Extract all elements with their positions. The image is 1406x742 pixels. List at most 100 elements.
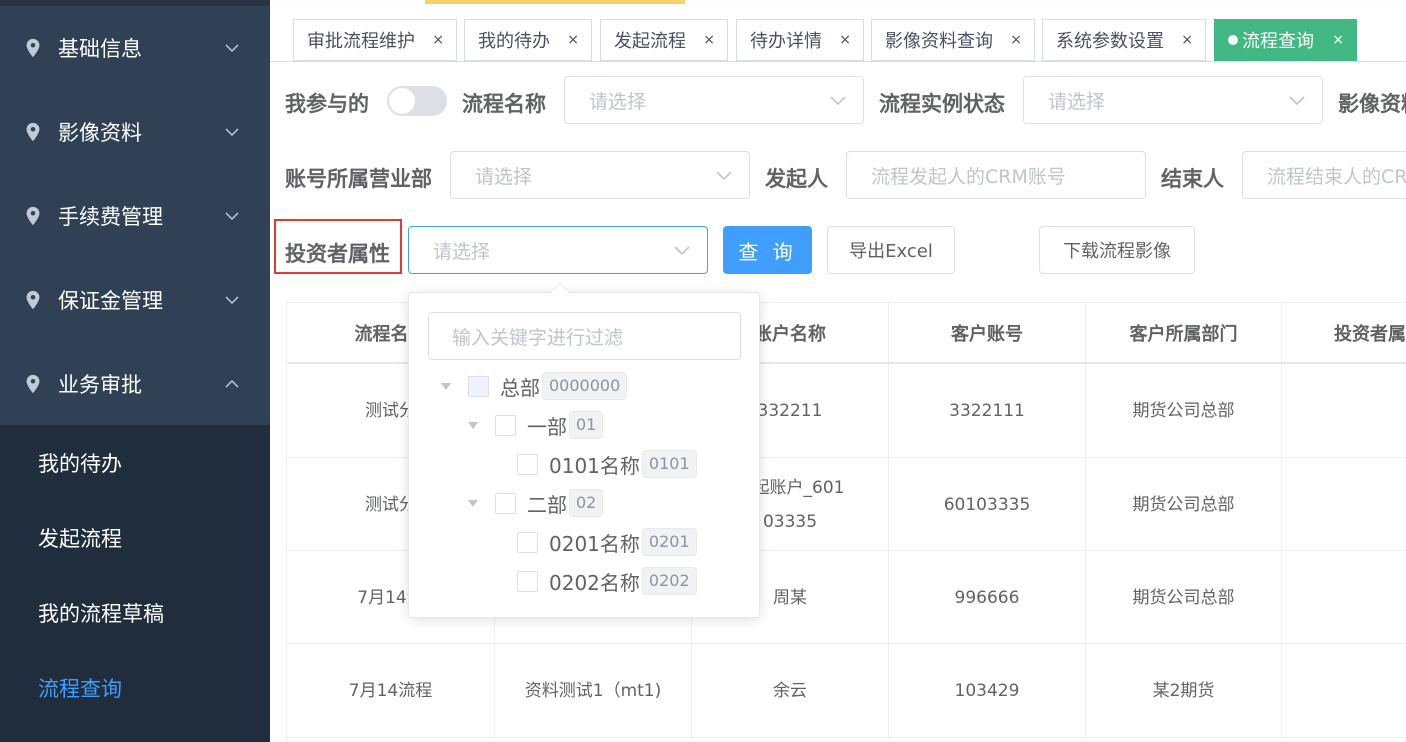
placeholder: 请选择: [433, 240, 491, 263]
column-header: 客户账号: [889, 303, 1086, 363]
instance-status-select[interactable]: 请选择: [1023, 76, 1323, 124]
tab-label: 我的待办: [478, 31, 550, 52]
tab-system-params[interactable]: 系统参数设置 ×: [1042, 19, 1206, 61]
tab-process-query[interactable]: 流程查询 ×: [1214, 19, 1357, 61]
export-excel-button[interactable]: 导出Excel: [827, 226, 955, 274]
checkbox[interactable]: [495, 414, 516, 436]
tree-node-hq[interactable]: 总部 0000000: [441, 371, 628, 401]
tab-start-process[interactable]: 发起流程 ×: [600, 19, 728, 61]
close-icon[interactable]: ×: [1181, 31, 1193, 49]
participated-label: 我参与的: [285, 92, 369, 116]
table-cell: 60103335: [889, 458, 1086, 551]
table-cell: [1282, 364, 1406, 458]
table-cell: 期货公司总部: [1086, 551, 1282, 644]
menu-group-margin-management[interactable]: 保证金管理: [0, 258, 270, 342]
chevron-down-icon: [830, 96, 846, 106]
node-code-badge: 01: [569, 411, 604, 439]
node-label: 一部: [527, 414, 567, 439]
table-cell: 余云: [692, 644, 889, 738]
close-icon[interactable]: ×: [839, 31, 851, 49]
caret-down-icon[interactable]: [441, 382, 451, 390]
tree-node-dept-01[interactable]: 一部 01: [468, 410, 604, 440]
image-data-label: 影像资料: [1338, 92, 1406, 116]
query-button[interactable]: 查 询: [723, 226, 812, 274]
menu-group-basic-info[interactable]: 基础信息: [0, 6, 270, 90]
tab-label: 发起流程: [614, 31, 686, 52]
table-cell: 7月14流程: [287, 644, 495, 738]
instance-status-label: 流程实例状态: [879, 92, 1005, 116]
node-code-badge: 02: [569, 489, 604, 517]
tree-node-0101[interactable]: 0101名称 0101: [517, 449, 697, 479]
close-icon[interactable]: ×: [703, 31, 715, 49]
placeholder: 流程发起人的CRM账号: [871, 165, 1066, 188]
table-cell: 资料测试1（mt1): [495, 644, 692, 738]
location-pin-icon: [26, 290, 40, 310]
tab-label: 流程查询: [1242, 31, 1314, 52]
tab-todo-detail[interactable]: 待办详情 ×: [736, 19, 864, 61]
chevron-down-icon: [674, 246, 690, 256]
node-label: 总部: [500, 375, 540, 400]
sidebar-item-my-drafts[interactable]: 我的流程草稿: [0, 575, 270, 650]
investor-attr-label: 投资者属性: [285, 242, 390, 266]
checkbox[interactable]: [517, 570, 538, 592]
table-row[interactable]: 7月14流程 资料测试1（mt1) 余云 103429 某2期货: [287, 644, 1406, 738]
tree-node-dept-02[interactable]: 二部 02: [468, 488, 604, 518]
location-pin-icon: [26, 374, 40, 394]
tab-image-query[interactable]: 影像资料查询 ×: [871, 19, 1035, 61]
sidebar-item-start-process[interactable]: 发起流程: [0, 500, 270, 575]
finisher-label: 结束人: [1161, 167, 1224, 191]
checkbox[interactable]: [495, 492, 516, 514]
sidebar-item-process-query[interactable]: 流程查询: [0, 650, 270, 725]
menu-group-fee-management[interactable]: 手续费管理: [0, 174, 270, 258]
checkbox[interactable]: [517, 531, 538, 553]
participated-switch[interactable]: [387, 86, 447, 116]
table-cell: 996666: [889, 551, 1086, 644]
table-cell: 3322111: [889, 364, 1086, 458]
column-header: 投资者属性: [1282, 303, 1406, 363]
caret-down-icon[interactable]: [468, 421, 478, 429]
investor-attr-select[interactable]: 请选择: [408, 226, 708, 274]
download-images-button[interactable]: 下载流程影像: [1039, 226, 1195, 274]
close-icon[interactable]: ×: [1010, 31, 1022, 49]
tags-view-bar: 审批流程维护 × 我的待办 × 发起流程 × 待办详情 × 影像资料查询 × 系…: [270, 4, 1406, 62]
placeholder: 输入关键字进行过滤: [452, 326, 624, 349]
chevron-down-icon: [225, 296, 239, 305]
menu-group-image-data[interactable]: 影像资料: [0, 90, 270, 174]
caret-down-icon[interactable]: [468, 499, 478, 507]
node-label: 0202名称: [549, 570, 640, 595]
placeholder: 请选择: [1048, 90, 1106, 113]
tree-node-0202[interactable]: 0202名称 0202: [517, 566, 697, 596]
tree-filter-input[interactable]: 输入关键字进行过滤: [428, 312, 741, 360]
chevron-down-icon: [225, 44, 239, 53]
table-cell: 某2期货: [1086, 644, 1282, 738]
checkbox[interactable]: [468, 375, 489, 397]
finisher-input[interactable]: 流程结束人的CRM账号: [1242, 151, 1406, 199]
tab-approval-maintenance[interactable]: 审批流程维护 ×: [293, 19, 457, 61]
column-header: 客户所属部门: [1086, 303, 1282, 363]
initiator-input[interactable]: 流程发起人的CRM账号: [846, 151, 1146, 199]
tree-node-0201[interactable]: 0201名称 0201: [517, 527, 697, 557]
dept-select[interactable]: 请选择: [450, 151, 750, 199]
tab-label: 审批流程维护: [307, 31, 415, 52]
process-name-select[interactable]: 请选择: [564, 76, 864, 124]
menu-group-label: 手续费管理: [58, 205, 163, 229]
close-icon[interactable]: ×: [432, 31, 444, 49]
checkbox[interactable]: [517, 453, 538, 475]
node-code-badge: 0000000: [542, 372, 628, 400]
table-cell: [1282, 644, 1406, 738]
menu-group-business-approval[interactable]: 业务审批: [0, 342, 270, 426]
dept-label: 账号所属营业部: [285, 167, 432, 191]
tab-label: 待办详情: [750, 31, 822, 52]
switch-knob: [389, 88, 415, 114]
chevron-down-icon: [1289, 96, 1305, 106]
close-icon[interactable]: ×: [1332, 31, 1344, 49]
placeholder: 请选择: [475, 165, 533, 188]
chevron-up-icon: [225, 379, 239, 388]
node-label: 二部: [527, 492, 567, 517]
tab-label: 系统参数设置: [1056, 31, 1164, 52]
tab-my-todo[interactable]: 我的待办 ×: [464, 19, 592, 61]
process-name-label: 流程名称: [462, 92, 546, 116]
node-code-badge: 0201: [641, 528, 697, 556]
sidebar-item-my-todo[interactable]: 我的待办: [0, 425, 270, 500]
close-icon[interactable]: ×: [567, 31, 579, 49]
